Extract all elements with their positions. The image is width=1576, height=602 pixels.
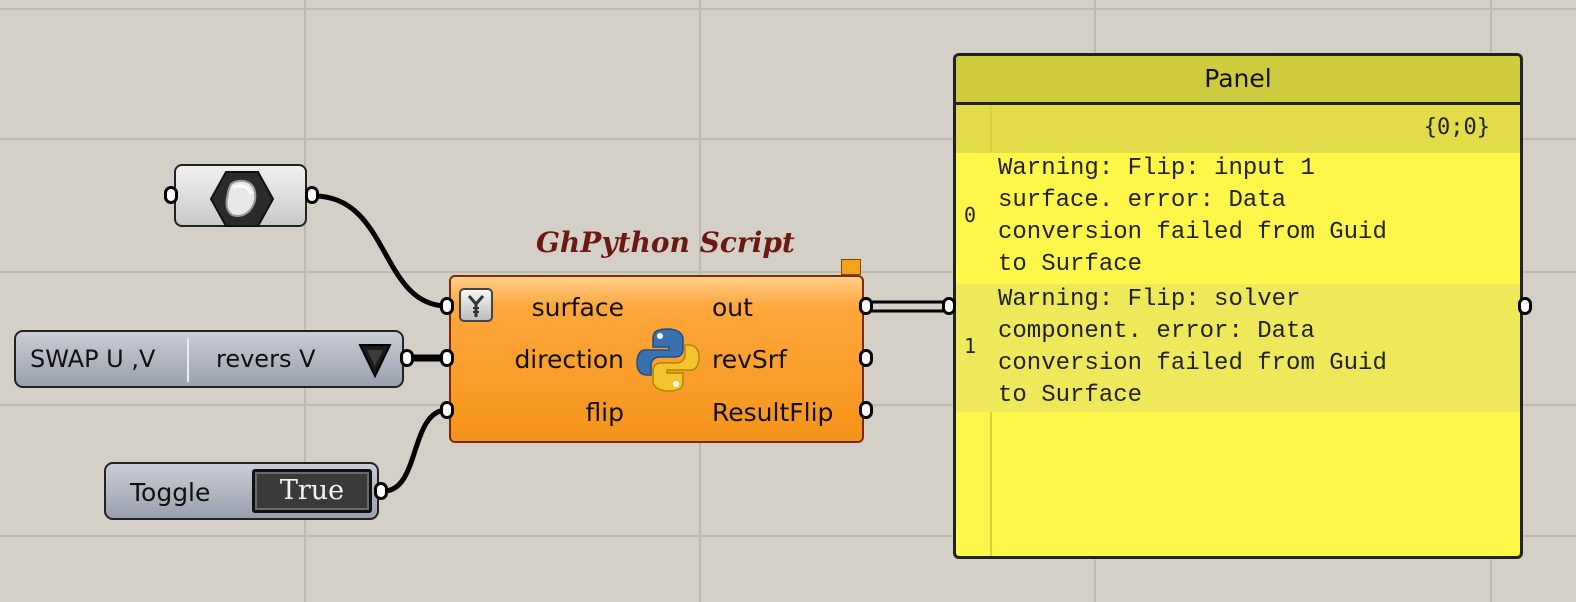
- toggle-value-button[interactable]: True: [252, 469, 372, 513]
- value-list-output-grip[interactable]: [400, 349, 414, 367]
- output-resultflip-label[interactable]: ResultFlip: [712, 398, 833, 427]
- triangle-down-icon[interactable]: [358, 342, 392, 378]
- toggle-output-grip[interactable]: [374, 482, 388, 500]
- panel-row: 1 Warning: Flip: solver component. error…: [956, 284, 1520, 412]
- flip-input-grip[interactable]: [440, 401, 454, 419]
- boolean-toggle-component[interactable]: Toggle True: [104, 462, 379, 520]
- value-list-divider: [187, 338, 189, 382]
- output-revsrf-label[interactable]: revSrf: [712, 345, 787, 374]
- wire-toggle-to-flip: [383, 407, 448, 494]
- input-surface-label[interactable]: surface: [454, 293, 624, 322]
- geometry-hexagon-icon: [209, 171, 275, 227]
- revsrf-output-grip[interactable]: [859, 349, 873, 367]
- panel-branch-path: {0;0}: [956, 105, 1520, 153]
- panel-row-index: 1: [964, 334, 977, 358]
- value-list-item-selected[interactable]: revers V: [216, 345, 316, 373]
- panel-row-text: Warning: Flip: input 1 surface. error: D…: [998, 155, 1387, 278]
- input-flip-label[interactable]: flip: [454, 398, 624, 427]
- panel-row: 0 Warning: Flip: input 1 surface. error:…: [956, 153, 1520, 284]
- geometry-output-grip[interactable]: [305, 186, 319, 204]
- toggle-label: Toggle: [130, 478, 211, 507]
- panel-row-text: Warning: Flip: solver component. error: …: [998, 286, 1387, 409]
- value-list-item-swap[interactable]: SWAP U ,V: [30, 345, 155, 373]
- resultflip-output-grip[interactable]: [859, 401, 873, 419]
- panel-row-index: 0: [964, 203, 977, 227]
- panel-input-grip[interactable]: [942, 297, 956, 315]
- input-direction-label[interactable]: direction: [454, 345, 624, 374]
- geometry-input-grip[interactable]: [164, 186, 178, 204]
- panel-output-grip[interactable]: [1518, 297, 1532, 315]
- out-output-grip[interactable]: [859, 297, 873, 315]
- wire-geometry-to-surface: [313, 193, 448, 309]
- output-out-label[interactable]: out: [712, 293, 753, 322]
- ghpython-title: GhPython Script: [536, 226, 795, 259]
- ghpython-component[interactable]: surface direction flip out revSrf Result…: [449, 275, 864, 443]
- surface-input-grip[interactable]: [440, 297, 454, 315]
- geometry-param-component[interactable]: [174, 164, 307, 227]
- panel-title: Panel: [956, 56, 1520, 105]
- panel-component[interactable]: Panel {0;0} 0 Warning: Flip: input 1 sur…: [953, 53, 1523, 559]
- direction-input-grip[interactable]: [440, 349, 454, 367]
- python-logo-icon: [636, 328, 700, 392]
- value-list-component[interactable]: SWAP U ,V revers V: [14, 330, 404, 388]
- ghpython-message-flag-icon[interactable]: [841, 259, 861, 275]
